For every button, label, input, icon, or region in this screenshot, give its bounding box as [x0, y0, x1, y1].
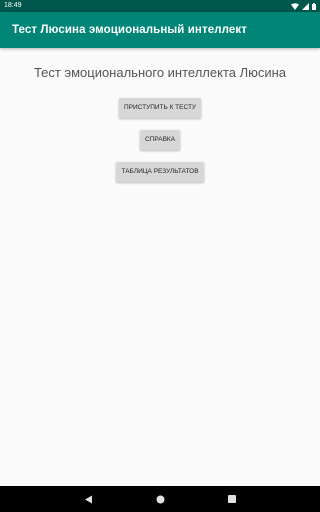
app-screen: 18:49 Тест Люсина эмоциональный интеллек… — [0, 0, 320, 512]
back-icon[interactable] — [81, 492, 95, 506]
main-content: Тест эмоционального интеллекта Люсина ПР… — [0, 48, 320, 486]
app-title: Тест Люсина эмоциональный интеллект — [12, 24, 247, 36]
start-test-button[interactable]: ПРИСТУПИТЬ К ТЕСТУ — [118, 98, 202, 118]
status-bar: 18:49 — [0, 0, 320, 12]
signal-icon — [302, 2, 309, 10]
help-button[interactable]: СПРАВКА — [139, 130, 181, 150]
recents-icon[interactable] — [225, 492, 239, 506]
battery-icon — [312, 2, 316, 10]
status-time: 18:49 — [4, 2, 22, 9]
status-icons — [291, 0, 316, 12]
home-icon[interactable] — [153, 492, 167, 506]
app-bar: Тест Люсина эмоциональный интеллект — [0, 12, 320, 48]
navigation-bar — [0, 486, 320, 512]
wifi-icon — [291, 2, 299, 10]
results-table-button[interactable]: ТАБЛИЦА РЕЗУЛЬТАТОВ — [116, 162, 204, 182]
page-heading: Тест эмоционального интеллекта Люсина — [33, 65, 287, 80]
